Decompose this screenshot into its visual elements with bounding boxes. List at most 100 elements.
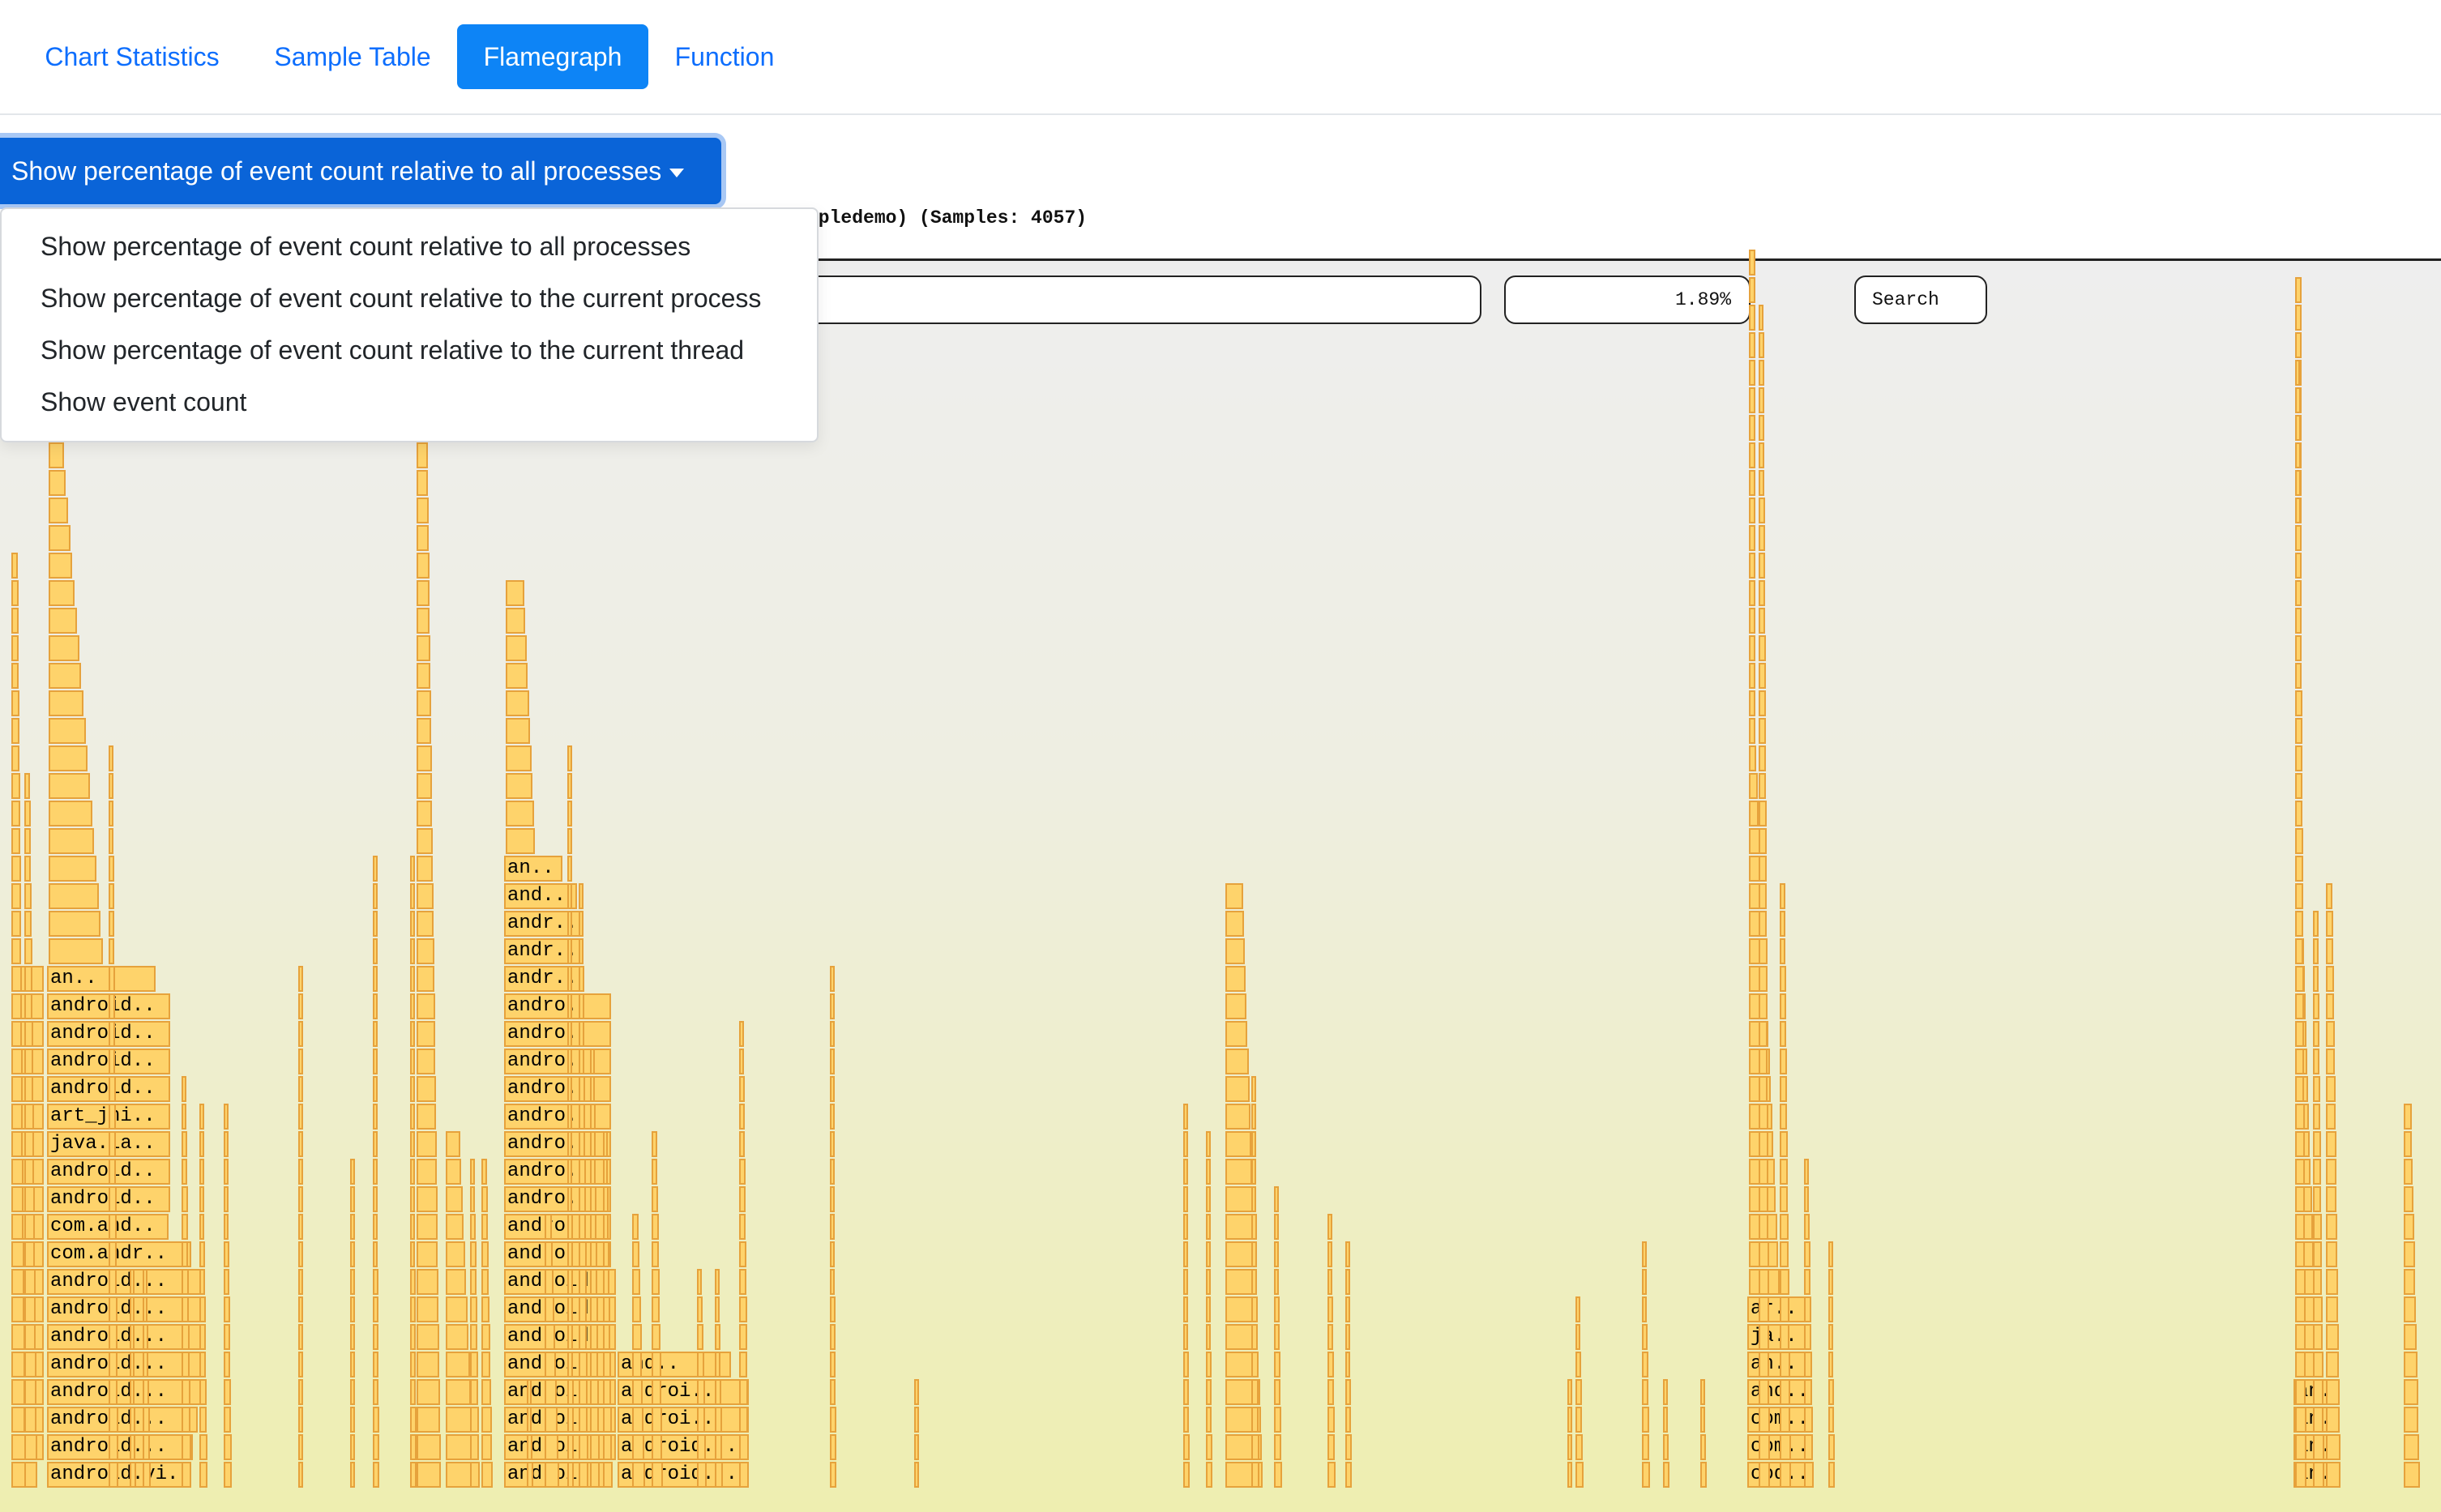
flamegraph-tower-frame[interactable]	[11, 608, 19, 634]
flamegraph-tower-frame[interactable]	[1780, 938, 1785, 964]
flamegraph-tower-frame[interactable]	[1575, 1379, 1582, 1405]
flamegraph-tower-frame[interactable]	[182, 1352, 190, 1377]
flamegraph-tower-frame[interactable]	[739, 1049, 744, 1074]
flamegraph-tower-frame[interactable]	[1759, 883, 1767, 909]
flamegraph-tower-frame[interactable]	[470, 1407, 479, 1433]
flamegraph-tower-frame[interactable]	[1700, 1407, 1705, 1433]
flamegraph-tower-frame[interactable]	[590, 1076, 595, 1102]
flamegraph-frame-3-2[interactable]: com..	[1747, 1407, 1809, 1433]
flamegraph-tower-frame[interactable]	[417, 1269, 438, 1295]
flamegraph-frame-0-5[interactable]: android...	[47, 1324, 201, 1350]
flamegraph-tower-frame[interactable]	[579, 883, 584, 909]
flamegraph-tower-frame[interactable]	[545, 1214, 552, 1240]
flamegraph-tower-frame[interactable]	[373, 1214, 378, 1240]
flamegraph-tower-frame[interactable]	[579, 938, 584, 964]
flamegraph-tower-frame[interactable]	[830, 1214, 835, 1240]
flamegraph-tower-frame[interactable]	[590, 1104, 596, 1130]
flamegraph-tower-frame[interactable]	[24, 1241, 35, 1267]
flamegraph-tower-frame[interactable]	[130, 1462, 136, 1488]
flamegraph-tower-frame[interactable]	[715, 1352, 720, 1377]
flamegraph-tower-frame[interactable]	[24, 1021, 33, 1047]
flamegraph-tower-frame[interactable]	[2295, 1076, 2304, 1102]
flamegraph-tower-frame[interactable]	[1780, 1407, 1790, 1433]
flamegraph-tower-frame[interactable]	[1327, 1269, 1332, 1295]
flamegraph-tower-frame[interactable]	[545, 1434, 558, 1460]
flamegraph-tower-frame[interactable]	[652, 1462, 663, 1488]
flamegraph-tower-frame[interactable]	[2313, 1021, 2319, 1047]
flamegraph-frame-tail[interactable]	[49, 608, 77, 634]
flamegraph-tower-frame[interactable]	[567, 1104, 572, 1130]
flamegraph-tower-frame[interactable]	[417, 525, 429, 551]
flamegraph-tower-frame[interactable]	[2326, 911, 2333, 937]
flamegraph-tower-frame[interactable]	[1759, 360, 1764, 386]
flamegraph-tower-frame[interactable]	[11, 938, 21, 964]
flamegraph-tower-frame[interactable]	[579, 1021, 584, 1047]
flamegraph-tower-frame[interactable]	[417, 1131, 437, 1157]
flamegraph-tower-frame[interactable]	[410, 1021, 415, 1047]
flamegraph-tower-frame[interactable]	[24, 938, 32, 964]
flamegraph-tower-frame[interactable]	[567, 801, 572, 826]
flamegraph-tower-frame[interactable]	[130, 1434, 135, 1460]
flamegraph-tower-frame[interactable]	[567, 1241, 573, 1267]
flamegraph-frame-tail[interactable]	[49, 718, 86, 744]
flamegraph-tower-frame[interactable]	[481, 1159, 487, 1185]
flamegraph-tower-frame[interactable]	[1183, 1104, 1188, 1130]
flamegraph-tower-frame[interactable]	[1780, 993, 1786, 1019]
flamegraph-tower-frame[interactable]	[1828, 1296, 1833, 1322]
flamegraph-frame-tail[interactable]	[506, 580, 524, 606]
flamegraph-tower-frame[interactable]	[2313, 1379, 2323, 1405]
flamegraph-tower-frame[interactable]	[1759, 1186, 1768, 1212]
flamegraph-tower-frame[interactable]	[2295, 1296, 2306, 1322]
flamegraph-tower-frame[interactable]	[603, 1269, 609, 1295]
flamegraph-tower-frame[interactable]	[2313, 1241, 2322, 1267]
flamegraph-tower-frame[interactable]	[2295, 801, 2302, 826]
flamegraph-tower-frame[interactable]	[446, 1296, 468, 1322]
flamegraph-tower-frame[interactable]	[1780, 1049, 1787, 1074]
flamegraph-tower-frame[interactable]	[1759, 387, 1764, 413]
flamegraph-tower-frame[interactable]	[1225, 1076, 1250, 1102]
flamegraph-frame-tail[interactable]	[1749, 415, 1755, 441]
flamegraph-tower-frame[interactable]	[603, 1186, 609, 1212]
flamegraph-tower-frame[interactable]	[632, 1296, 641, 1322]
flamegraph-tower-frame[interactable]	[914, 1434, 919, 1460]
flamegraph-tower-frame[interactable]	[715, 1269, 720, 1295]
flamegraph-tower-frame[interactable]	[1225, 911, 1244, 937]
flamegraph-tower-frame[interactable]	[567, 1407, 574, 1433]
flamegraph-tower-frame[interactable]	[417, 580, 430, 606]
flamegraph-tower-frame[interactable]	[739, 1076, 745, 1102]
flamegraph-tower-frame[interactable]	[11, 1159, 24, 1185]
flamegraph-tower-frame[interactable]	[224, 1104, 229, 1130]
flamegraph-tower-frame[interactable]	[2313, 1324, 2323, 1350]
flamegraph-tower-frame[interactable]	[1274, 1324, 1280, 1350]
flamegraph-tower-frame[interactable]	[143, 1462, 151, 1488]
flamegraph-tower-frame[interactable]	[24, 1296, 36, 1322]
flamegraph-tower-frame[interactable]	[579, 1131, 585, 1157]
flamegraph-tower-frame[interactable]	[1804, 1407, 1813, 1433]
flamegraph-tower-frame[interactable]	[579, 911, 584, 937]
flamegraph-tower-frame[interactable]	[373, 993, 378, 1019]
flamegraph-tower-frame[interactable]	[590, 1296, 598, 1322]
flamegraph-tower-frame[interactable]	[2295, 525, 2302, 551]
flamegraph-tower-frame[interactable]	[739, 1131, 745, 1157]
flamegraph-tower-frame[interactable]	[182, 1214, 188, 1240]
flamegraph-tower-frame[interactable]	[579, 1352, 588, 1377]
flamegraph-tower-frame[interactable]	[1804, 1214, 1810, 1240]
flamegraph-tower-frame[interactable]	[1225, 1186, 1253, 1212]
search-button[interactable]: Search	[1854, 275, 1987, 324]
flamegraph-tower-frame[interactable]	[417, 553, 430, 579]
flamegraph-tower-frame[interactable]	[470, 1379, 478, 1405]
flamegraph-tower-frame[interactable]	[182, 1296, 189, 1322]
flamegraph-tower-frame[interactable]	[1700, 1379, 1705, 1405]
flamegraph-tower-frame[interactable]	[603, 1241, 609, 1267]
flamegraph-tower-frame[interactable]	[298, 1269, 303, 1295]
flamegraph-tower-frame[interactable]	[2295, 745, 2302, 771]
flamegraph-tower-frame[interactable]	[1780, 911, 1785, 937]
flamegraph-tower-frame[interactable]	[1663, 1462, 1669, 1488]
flamegraph-tower-frame[interactable]	[579, 1186, 586, 1212]
flamegraph-tower-frame[interactable]	[417, 1296, 438, 1322]
flamegraph-tower-frame[interactable]	[1183, 1379, 1189, 1405]
flamegraph-tower-frame[interactable]	[1759, 1407, 1770, 1433]
flamegraph-tower-frame[interactable]	[1274, 1407, 1281, 1433]
flamegraph-tower-frame[interactable]	[590, 1159, 596, 1185]
flamegraph-tower-frame[interactable]	[298, 1434, 303, 1460]
